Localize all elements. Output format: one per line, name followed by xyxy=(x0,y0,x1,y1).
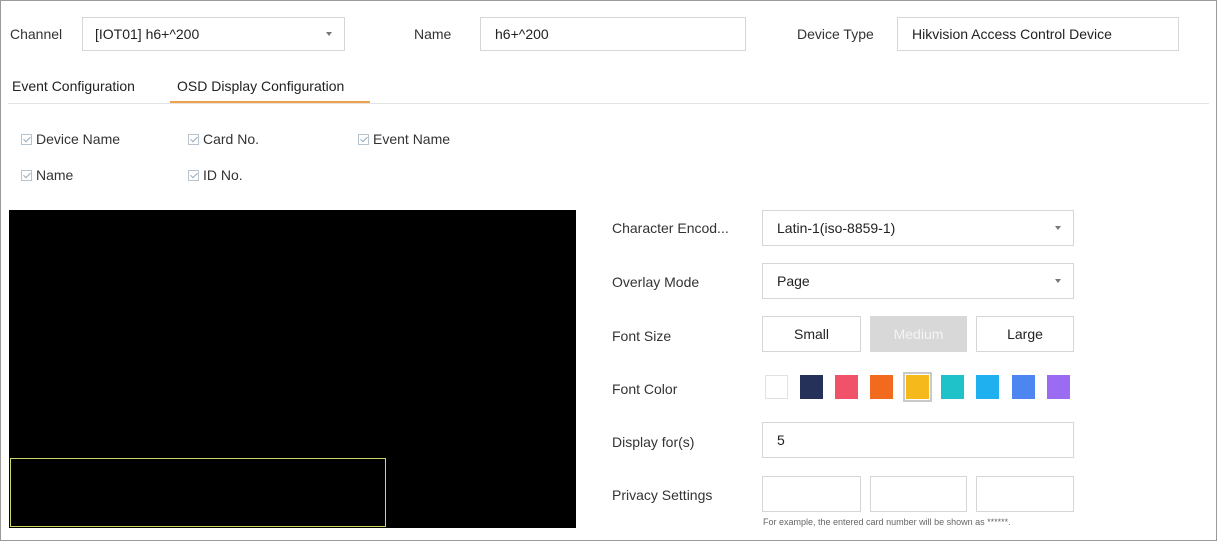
font-color-swatch-pink[interactable] xyxy=(835,375,858,399)
name-field[interactable]: h6+^200 xyxy=(480,17,746,51)
checkbox-event-name[interactable]: Event Name xyxy=(358,131,450,147)
checkbox-checked-icon xyxy=(21,169,32,181)
font-color-swatch-sky-blue[interactable] xyxy=(976,375,999,399)
font-color-swatch-white[interactable] xyxy=(765,375,788,399)
chevron-down-icon xyxy=(1055,226,1061,230)
char-encoding-value: Latin-1(iso-8859-1) xyxy=(777,220,896,236)
font-size-label: Font Size xyxy=(612,328,672,344)
checkbox-checked-icon xyxy=(21,133,32,145)
device-type-label: Device Type xyxy=(797,26,874,42)
checkbox-label: ID No. xyxy=(203,167,243,183)
char-encoding-select[interactable]: Latin-1(iso-8859-1) xyxy=(762,210,1074,246)
chevron-down-icon xyxy=(326,32,332,36)
osd-overlay-region[interactable] xyxy=(10,458,386,527)
channel-select[interactable]: [IOT01] h6+^200 xyxy=(82,17,345,51)
display-for-input[interactable]: 5 xyxy=(762,422,1074,458)
font-color-swatch-navy[interactable] xyxy=(800,375,823,399)
font-color-swatch-teal[interactable] xyxy=(941,375,964,399)
checkbox-label: Card No. xyxy=(203,131,260,147)
display-for-label: Display for(s) xyxy=(612,434,695,450)
tab-event-configuration[interactable]: Event Configuration xyxy=(12,78,135,94)
overlay-mode-select[interactable]: Page xyxy=(762,263,1074,299)
privacy-end-input[interactable] xyxy=(976,476,1074,512)
device-type-value: Hikvision Access Control Device xyxy=(912,26,1112,42)
checkbox-label: Event Name xyxy=(373,131,451,147)
checkbox-checked-icon xyxy=(188,169,199,181)
font-color-swatch-blue[interactable] xyxy=(1012,375,1035,399)
name-label: Name xyxy=(414,26,452,42)
font-color-label: Font Color xyxy=(612,381,678,397)
font-color-swatch-purple[interactable] xyxy=(1047,375,1070,399)
privacy-start-input[interactable] xyxy=(762,476,861,512)
tab-osd-display-configuration[interactable]: OSD Display Configuration xyxy=(177,78,344,94)
display-for-value: 5 xyxy=(777,432,785,448)
privacy-middle-input[interactable] xyxy=(870,476,967,512)
font-color-swatch-orange[interactable] xyxy=(870,375,893,399)
osd-preview xyxy=(9,210,576,528)
overlay-mode-label: Overlay Mode xyxy=(612,274,700,290)
font-size-large-button[interactable]: Large xyxy=(976,316,1074,352)
name-value: h6+^200 xyxy=(495,26,549,42)
checkbox-label: Device Name xyxy=(36,131,121,147)
char-encoding-label: Character Encod... xyxy=(612,220,729,236)
checkbox-name[interactable]: Name xyxy=(21,167,73,183)
overlay-mode-value: Page xyxy=(777,273,810,289)
font-size-small-button[interactable]: Small xyxy=(762,316,861,352)
active-tab-indicator xyxy=(170,101,370,103)
checkbox-checked-icon xyxy=(358,133,369,145)
checkbox-checked-icon xyxy=(188,133,199,145)
device-type-field: Hikvision Access Control Device xyxy=(897,17,1179,51)
checkbox-id-no[interactable]: ID No. xyxy=(188,167,243,183)
checkbox-device-name[interactable]: Device Name xyxy=(21,131,120,147)
privacy-settings-label: Privacy Settings xyxy=(612,487,713,503)
privacy-hint: For example, the entered card number wil… xyxy=(763,517,1011,527)
channel-value: [IOT01] h6+^200 xyxy=(95,26,200,42)
tab-divider xyxy=(8,103,1209,104)
checkbox-label: Name xyxy=(36,167,74,183)
font-size-medium-button[interactable]: Medium xyxy=(870,316,967,352)
font-color-swatch-yellow[interactable] xyxy=(903,372,932,402)
checkbox-card-no[interactable]: Card No. xyxy=(188,131,259,147)
chevron-down-icon xyxy=(1055,279,1061,283)
channel-label: Channel xyxy=(10,26,63,42)
